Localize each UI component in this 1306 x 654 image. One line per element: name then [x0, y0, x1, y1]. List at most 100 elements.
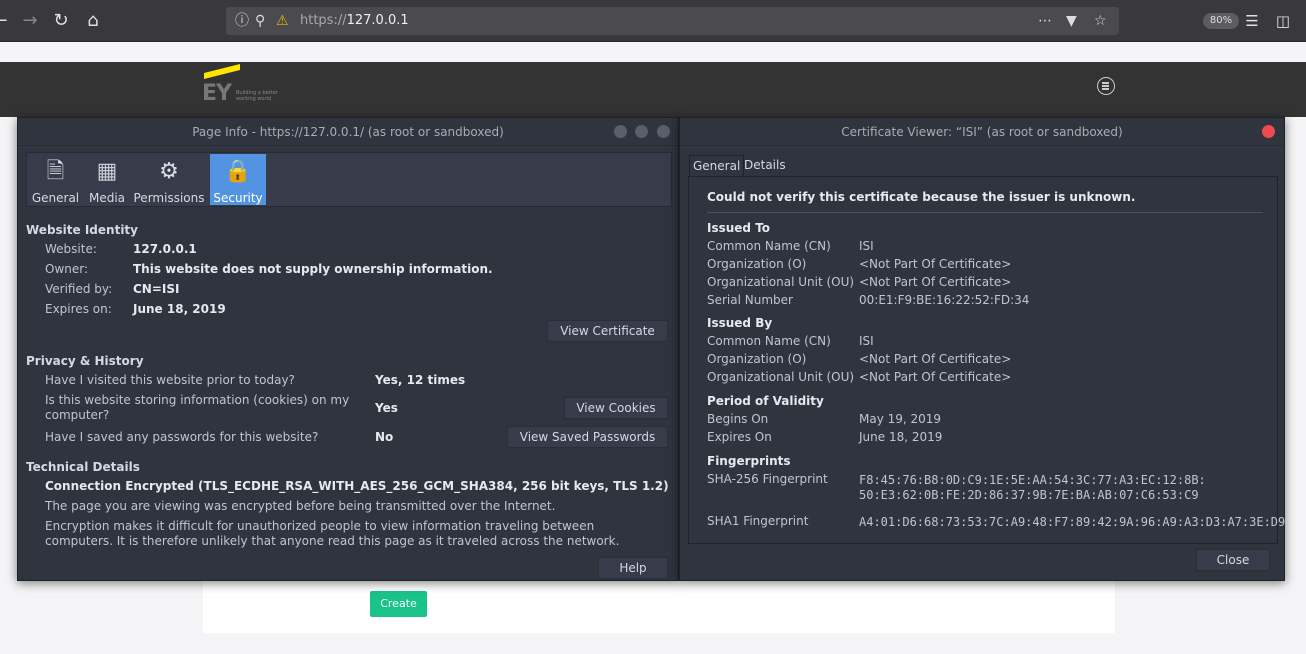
sha256-value-line-2: 50:E3:62:0B:FE:2D:86:37:9B:7E:BA:AB:07:C…	[859, 488, 1199, 502]
certificate-viewer-dialog: Certificate Viewer: “ISI” (as root or sa…	[679, 117, 1285, 581]
privacy-heading: Privacy & History	[26, 354, 144, 368]
cert-viewer-titlebar[interactable]: Certificate Viewer: “ISI” (as root or sa…	[680, 118, 1284, 146]
ey-logo[interactable]: EY Building a better working world	[202, 64, 292, 107]
issued-by-ou-value: <Not Part Of Certificate>	[859, 370, 1012, 384]
owner-value: This website does not supply ownership i…	[133, 262, 493, 276]
info-icon[interactable]: ⓘ	[235, 11, 249, 31]
issued-by-heading: Issued By	[707, 316, 773, 330]
verification-warning: Could not verify this certificate becaus…	[707, 190, 1136, 204]
technical-heading: Technical Details	[26, 460, 140, 474]
close-icon[interactable]	[1262, 125, 1275, 138]
sha256-value-line-1: F8:45:76:B8:0D:C9:1E:5E:AA:54:3C:77:A3:E…	[859, 473, 1206, 487]
tab-media[interactable]: ▦ Media	[85, 154, 129, 205]
back-icon[interactable]: ←	[0, 9, 12, 33]
divider	[707, 212, 1263, 213]
issued-to-o-label: Organization (O)	[707, 257, 807, 271]
menu-icon[interactable]	[1097, 77, 1115, 95]
website-identity-heading: Website Identity	[26, 223, 138, 237]
tab-label: Security	[213, 191, 263, 205]
website-label: Website:	[45, 242, 97, 256]
issued-to-o-value: <Not Part Of Certificate>	[859, 257, 1012, 271]
issued-to-cn-label: Common Name (CN)	[707, 239, 831, 253]
zoom-indicator[interactable]: 80%	[1203, 13, 1239, 29]
general-icon: 🗎	[46, 159, 65, 184]
visited-question: Have I visited this website prior to tod…	[45, 373, 295, 387]
passwords-answer: No	[375, 430, 394, 444]
encryption-line-2: Encryption makes it difficult for unauth…	[45, 519, 620, 548]
begins-on-value: May 19, 2019	[859, 412, 942, 426]
cookies-question: Is this website storing information (coo…	[45, 393, 350, 422]
maximize-icon[interactable]	[635, 125, 648, 138]
page-card	[203, 580, 1115, 633]
passwords-question: Have I saved any passwords for this webs…	[45, 430, 319, 444]
page-info-tabbar: 🗎 General ▦ Media ⚙ Permissions 🔒 Securi…	[26, 152, 672, 207]
issued-to-ou-label: Organizational Unit (OU)	[707, 275, 855, 289]
bookmark-star-icon[interactable]: ☆	[1094, 11, 1107, 31]
tab-general[interactable]: General	[689, 155, 745, 177]
lock-icon: 🔒	[224, 159, 252, 184]
pocket-icon[interactable]: ▼	[1066, 11, 1077, 31]
key-icon[interactable]: ⚲	[255, 11, 265, 31]
connection-encrypted: Connection Encrypted (TLS_ECDHE_RSA_WITH…	[45, 479, 669, 493]
cert-viewer-title: Certificate Viewer: “ISI” (as root or sa…	[841, 125, 1123, 139]
tab-permissions[interactable]: ⚙ Permissions	[133, 154, 205, 205]
expires-label: Expires on:	[45, 302, 112, 316]
browser-toolbar: ← → ↻ ⌂ ⓘ ⚲ ⚠ https://127.0.0.1 80% ⋯ ▼ …	[0, 0, 1306, 42]
sidebar-icon[interactable]: ◫	[1271, 9, 1295, 33]
page-info-title: Page Info - https://127.0.0.1/ (as root …	[192, 125, 504, 139]
page-info-dialog: Page Info - https://127.0.0.1/ (as root …	[17, 117, 679, 581]
tab-label: Permissions	[133, 191, 205, 205]
issued-by-cn-label: Common Name (CN)	[707, 334, 831, 348]
create-button[interactable]: Create	[370, 591, 427, 617]
library-icon[interactable]: ☰	[1240, 9, 1264, 33]
verified-label: Verified by:	[45, 282, 113, 296]
logo-text: EY	[202, 81, 232, 106]
fingerprints-heading: Fingerprints	[707, 454, 791, 468]
url-host: 127.0.0.1	[346, 13, 409, 28]
serial-number-value: 00:E1:F9:BE:16:22:52:FD:34	[859, 293, 1030, 307]
issued-to-heading: Issued To	[707, 221, 771, 235]
issued-to-cn-value: ISI	[859, 239, 874, 253]
owner-label: Owner:	[45, 262, 89, 276]
tab-label: Media	[88, 191, 126, 205]
issued-to-ou-value: <Not Part Of Certificate>	[859, 275, 1012, 289]
close-icon[interactable]	[657, 125, 670, 138]
expires-on-value: June 18, 2019	[859, 430, 943, 444]
reload-icon[interactable]: ↻	[49, 9, 73, 33]
cookies-answer: Yes	[375, 401, 398, 415]
view-cookies-button[interactable]: View Cookies	[564, 397, 668, 419]
view-certificate-button[interactable]: View Certificate	[547, 320, 668, 342]
more-icon[interactable]: ⋯	[1038, 11, 1052, 31]
issued-by-o-label: Organization (O)	[707, 352, 807, 366]
tab-label: General	[31, 191, 80, 205]
url-bar[interactable]: ⓘ ⚲ ⚠ https://127.0.0.1 80% ⋯ ▼ ☆	[226, 7, 1239, 35]
encryption-line-1: The page you are viewing was encrypted b…	[45, 499, 556, 513]
home-icon[interactable]: ⌂	[81, 9, 105, 33]
begins-on-label: Begins On	[707, 412, 769, 426]
issued-by-ou-label: Organizational Unit (OU)	[707, 370, 855, 384]
lock-warning-icon[interactable]: ⚠	[276, 11, 289, 31]
view-saved-passwords-button[interactable]: View Saved Passwords	[507, 426, 668, 448]
url-text[interactable]: https://127.0.0.1	[300, 13, 409, 28]
sha1-label: SHA1 Fingerprint	[707, 514, 809, 528]
expires-value: June 18, 2019	[133, 302, 226, 316]
sha256-label: SHA-256 Fingerprint	[707, 472, 828, 486]
tab-general[interactable]: 🗎 General	[29, 154, 82, 205]
cert-general-panel: Could not verify this certificate becaus…	[688, 176, 1285, 544]
close-button[interactable]: Close	[1196, 549, 1270, 571]
tab-security[interactable]: 🔒 Security	[210, 154, 266, 205]
verified-value: CN=ISI	[133, 282, 180, 296]
validity-heading: Period of Validity	[707, 394, 824, 408]
serial-number-label: Serial Number	[707, 293, 793, 307]
media-icon: ▦	[96, 159, 118, 184]
forward-icon[interactable]: →	[18, 9, 42, 33]
tab-details[interactable]: Details	[741, 155, 789, 177]
page-info-titlebar[interactable]: Page Info - https://127.0.0.1/ (as root …	[18, 118, 678, 146]
sha1-value: A4:01:D6:68:73:53:7C:A9:48:F7:89:42:9A:9…	[859, 515, 1286, 529]
expires-on-label: Expires On	[707, 430, 772, 444]
website-value: 127.0.0.1	[133, 242, 197, 256]
help-button[interactable]: Help	[598, 557, 668, 579]
visited-answer: Yes, 12 times	[375, 373, 466, 387]
issued-by-cn-value: ISI	[859, 334, 874, 348]
minimize-icon[interactable]	[614, 125, 627, 138]
